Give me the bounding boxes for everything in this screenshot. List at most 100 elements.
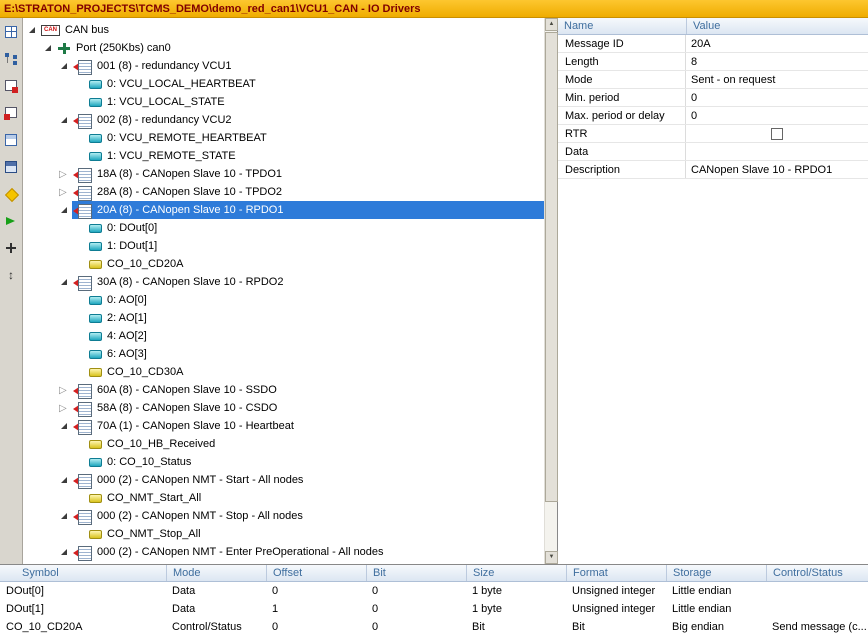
tree-item[interactable]: CO_10_HB_Received — [23, 435, 544, 453]
tree-scrollbar[interactable] — [544, 18, 557, 564]
twisty-spacer — [74, 492, 87, 505]
driver-card-button[interactable] — [1, 75, 21, 96]
property-name: Data — [558, 143, 686, 160]
property-rows: Message ID20ALength8ModeSent - on reques… — [558, 35, 868, 179]
column-header-bit[interactable]: Bit — [366, 565, 466, 581]
tree-item[interactable]: 58A (8) - CANopen Slave 10 - CSDO — [23, 399, 544, 417]
tree-item[interactable]: 002 (8) - redundancy VCU2 — [23, 111, 544, 129]
indent-spacer — [23, 264, 74, 265]
property-value[interactable]: 0 — [686, 107, 868, 124]
tree-item[interactable]: 0: VCU_LOCAL_HEARTBEAT — [23, 75, 544, 93]
tree-item[interactable]: 1: VCU_REMOTE_STATE — [23, 147, 544, 165]
column-header-control-status[interactable]: Control/Status — [766, 565, 868, 581]
property-value[interactable]: 8 — [686, 53, 868, 70]
column-header-storage[interactable]: Storage — [666, 565, 766, 581]
collapse-toggle-icon[interactable] — [26, 24, 39, 37]
left-toolbar — [0, 18, 23, 564]
io-grid-button[interactable] — [1, 21, 21, 42]
tree-item[interactable]: 2: AO[1] — [23, 309, 544, 327]
scrollbar-thumb[interactable] — [545, 32, 558, 502]
collapse-toggle-icon[interactable] — [58, 510, 71, 523]
property-name: Length — [558, 53, 686, 70]
fieldbus-tree-button[interactable] — [1, 48, 21, 69]
property-value[interactable]: Sent - on request — [686, 71, 868, 88]
io-table-button[interactable] — [1, 129, 21, 150]
collapse-toggle-icon[interactable] — [58, 204, 71, 217]
column-header-format[interactable]: Format — [566, 565, 666, 581]
symbol-row[interactable]: DOut[0]Data001 byteUnsigned integerLittl… — [0, 582, 868, 600]
tree-item[interactable]: 001 (8) - redundancy VCU1 — [23, 57, 544, 75]
tree-item[interactable]: Port (250Kbs) can0 — [23, 39, 544, 57]
expand-toggle-icon[interactable] — [58, 384, 71, 397]
tree-item-label: 000 (2) - CANopen NMT - Start - All node… — [96, 474, 307, 486]
tree-item[interactable]: 4: AO[2] — [23, 327, 544, 345]
collapse-toggle-icon[interactable] — [58, 474, 71, 487]
tree-item[interactable]: 18A (8) - CANopen Slave 10 - TPDO1 — [23, 165, 544, 183]
tree-item[interactable]: 0: VCU_REMOTE_HEARTBEAT — [23, 129, 544, 147]
scroll-up-button[interactable] — [545, 18, 558, 31]
collapse-toggle-icon[interactable] — [58, 276, 71, 289]
tree-item[interactable]: 1: VCU_LOCAL_STATE — [23, 93, 544, 111]
tree-item[interactable]: 000 (2) - CANopen NMT - Enter PreOperati… — [23, 543, 544, 561]
rtr-checkbox[interactable] — [771, 128, 783, 140]
expand-toggle-icon[interactable] — [58, 168, 71, 181]
property-value[interactable]: CANopen Slave 10 - RPDO1 — [686, 161, 868, 178]
column-header-value[interactable]: Value — [686, 18, 868, 34]
column-header-name[interactable]: Name — [558, 18, 686, 34]
tree-item[interactable]: 000 (2) - CANopen NMT - Stop - All nodes — [23, 507, 544, 525]
property-header: Name Value — [558, 18, 868, 35]
tree-item[interactable]: 000 (2) - CANopen NMT - Start - All node… — [23, 471, 544, 489]
tree-item[interactable]: 70A (1) - CANopen Slave 10 - Heartbeat — [23, 417, 544, 435]
indent-spacer — [23, 156, 74, 157]
tree-item[interactable]: 1: DOut[1] — [23, 237, 544, 255]
tree-item[interactable]: 60A (8) - CANopen Slave 10 - SSDO — [23, 381, 544, 399]
driver-card-alt-button[interactable] — [1, 102, 21, 123]
symbol-row[interactable]: DOut[1]Data101 byteUnsigned integerLittl… — [0, 600, 868, 618]
tree-item[interactable]: 0: CO_10_Status — [23, 453, 544, 471]
column-header-size[interactable]: Size — [466, 565, 566, 581]
expand-toggle-icon[interactable] — [58, 186, 71, 199]
export-green-button[interactable] — [1, 210, 21, 231]
collapse-toggle-icon[interactable] — [58, 546, 71, 559]
symbol-cell: Little endian — [666, 600, 766, 618]
collapse-toggle-icon[interactable] — [58, 114, 71, 127]
collapse-toggle-icon[interactable] — [58, 60, 71, 73]
tree-item-content: 28A (8) - CANopen Slave 10 - TPDO2 — [72, 183, 544, 201]
tree-item[interactable]: CO_NMT_Stop_All — [23, 525, 544, 543]
expand-toggle-icon[interactable] — [58, 402, 71, 415]
tree-item[interactable]: CO_10_CD30A — [23, 363, 544, 381]
move-updown-button[interactable] — [1, 264, 21, 285]
add-item-button[interactable] — [1, 237, 21, 258]
can-tree[interactable]: CANCAN busPort (250Kbs) can0001 (8) - re… — [23, 18, 544, 564]
collapse-toggle-icon[interactable] — [42, 42, 55, 55]
scroll-down-button[interactable] — [545, 551, 558, 564]
property-value[interactable]: 20A — [686, 35, 868, 52]
indent-spacer — [23, 102, 74, 103]
symbol-cell: 1 byte — [466, 600, 566, 618]
tree-item[interactable]: CO_10_CD20A — [23, 255, 544, 273]
tree-item[interactable]: 0: AO[0] — [23, 291, 544, 309]
property-value[interactable] — [686, 125, 868, 142]
column-header-mode[interactable]: Mode — [166, 565, 266, 581]
window-title-bar[interactable]: E:\STRATON_PROJECTS\TCMS_DEMO\demo_red_c… — [0, 0, 868, 18]
tree-item[interactable]: 6: AO[3] — [23, 345, 544, 363]
symbol-row[interactable]: CO_10_CD20AControl/Status00BitBitBig end… — [0, 618, 868, 636]
property-value[interactable] — [686, 143, 868, 160]
property-row: Message ID20A — [558, 35, 868, 53]
column-header-offset[interactable]: Offset — [266, 565, 366, 581]
collapse-toggle-icon[interactable] — [58, 420, 71, 433]
column-header-symbol[interactable]: Symbol — [0, 565, 166, 581]
tree-icon — [3, 51, 19, 67]
property-value[interactable]: 0 — [686, 89, 868, 106]
card2-icon — [3, 105, 19, 121]
io-table-dark-button[interactable] — [1, 156, 21, 177]
tree-item[interactable]: 0: DOut[0] — [23, 219, 544, 237]
tree-item-label: 000 (2) - CANopen NMT - Enter PreOperati… — [96, 546, 388, 558]
tree-item[interactable]: 28A (8) - CANopen Slave 10 - TPDO2 — [23, 183, 544, 201]
tree-item[interactable]: CANCAN bus — [23, 21, 544, 39]
tree-item[interactable]: 20A (8) - CANopen Slave 10 - RPDO1 — [23, 201, 544, 219]
tree-item[interactable]: CO_NMT_Start_All — [23, 489, 544, 507]
tree-item[interactable]: 30A (8) - CANopen Slave 10 - RPDO2 — [23, 273, 544, 291]
spark-button[interactable] — [1, 183, 21, 204]
io-drivers-window: E:\STRATON_PROJECTS\TCMS_DEMO\demo_red_c… — [0, 0, 868, 644]
